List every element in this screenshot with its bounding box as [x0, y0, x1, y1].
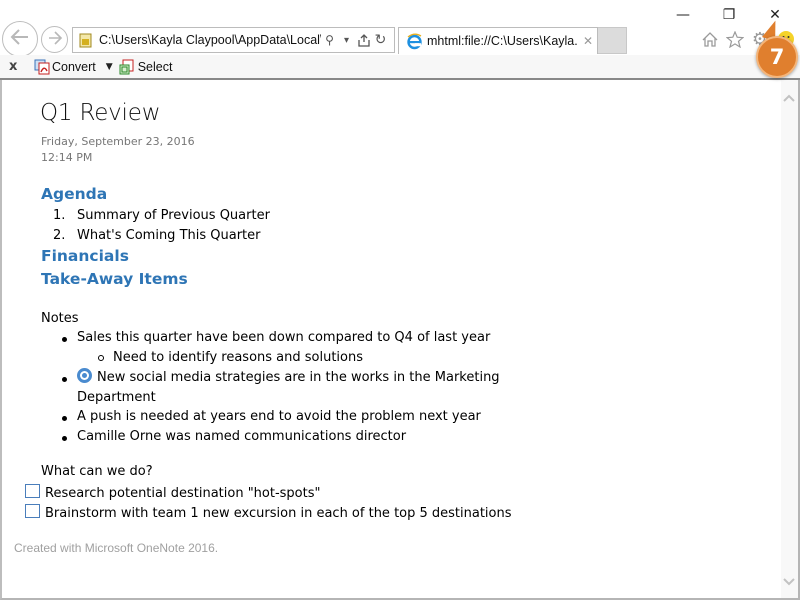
scroll-down-icon[interactable] — [782, 576, 796, 590]
note-text-continuation: Department — [77, 390, 156, 405]
minimize-button[interactable]: — — [660, 2, 706, 28]
page-date: Friday, September 23, 2016 — [41, 135, 195, 148]
tab-close-icon[interactable]: ✕ — [583, 34, 593, 48]
pin-site-icon[interactable] — [355, 30, 372, 50]
back-button[interactable] — [2, 21, 38, 57]
todo-text: Research potential destination "hot-spot… — [45, 486, 321, 501]
page-title: Q1 Review — [40, 100, 161, 126]
command-bar: x Convert ▼ Select — [0, 55, 800, 78]
restore-button[interactable]: ❐ — [706, 2, 752, 28]
footer-note: Created with Microsoft OneNote 2016. — [14, 541, 219, 555]
tab-title: mhtml:file://C:\Users\Kayla... — [427, 34, 577, 48]
question-label: What can we do? — [41, 464, 153, 479]
agenda-item-text: Summary of Previous Quarter — [77, 208, 270, 223]
forward-button[interactable] — [41, 26, 68, 53]
address-bar[interactable]: C:\Users\Kayla Claypool\AppData\Local\M … — [72, 27, 395, 53]
page-time: 12:14 PM — [41, 151, 93, 164]
restore-icon: ❐ — [722, 7, 736, 23]
convert-button[interactable]: Convert — [33, 58, 96, 75]
pdf-convert-icon — [33, 58, 50, 75]
select-button[interactable]: Select — [119, 58, 173, 75]
minimize-icon: — — [676, 7, 690, 23]
heading-agenda: Agenda — [41, 185, 108, 203]
internet-explorer-icon — [405, 32, 423, 50]
bullet-icon — [62, 416, 67, 421]
hollow-bullet-icon — [98, 355, 104, 361]
agenda-item-number: 2. — [53, 228, 66, 243]
note-text: Camille Orne was named communications di… — [77, 429, 407, 444]
note-text: A push is needed at years end to avoid t… — [77, 409, 481, 424]
todo-text: Brainstorm with team 1 new excursion in … — [45, 506, 512, 521]
home-icon[interactable] — [699, 28, 721, 50]
convert-label: Convert — [52, 59, 96, 74]
notes-label: Notes — [41, 311, 79, 326]
document-viewport: Q1 Review Friday, September 23, 2016 12:… — [0, 80, 800, 600]
address-input[interactable]: C:\Users\Kayla Claypool\AppData\Local\M — [99, 33, 321, 47]
todo-checkbox[interactable] — [25, 484, 40, 498]
browser-chrome: — ❐ ✕ C:\Users\Kayla Claypool\AppData\Lo… — [0, 0, 800, 80]
note-text: Sales this quarter have been down compar… — [77, 330, 491, 345]
search-dropdown-icon[interactable]: ▾ — [338, 30, 355, 50]
pdf-select-icon — [119, 58, 136, 75]
vertical-scrollbar[interactable] — [781, 80, 798, 598]
note-text: Need to identify reasons and solutions — [113, 350, 364, 365]
convert-dropdown-icon[interactable]: ▼ — [106, 62, 113, 72]
radio-tag-icon[interactable] — [77, 368, 92, 383]
todo-checkbox[interactable] — [25, 504, 40, 518]
refresh-icon[interactable]: ↻ — [372, 30, 389, 50]
bullet-icon — [62, 436, 67, 441]
page-file-icon — [77, 32, 95, 48]
search-icon[interactable]: ⚲ — [321, 30, 338, 50]
favorites-star-icon[interactable] — [724, 28, 746, 50]
scroll-up-icon[interactable] — [782, 92, 796, 106]
select-label: Select — [137, 59, 173, 74]
back-arrow-icon — [9, 28, 31, 50]
browser-tab-active[interactable]: mhtml:file://C:\Users\Kayla... ✕ — [398, 27, 598, 54]
heading-financials: Financials — [41, 247, 129, 265]
note-text: New social media strategies are in the w… — [97, 370, 500, 385]
step-callout-badge: 7 — [756, 36, 798, 78]
close-toolbar-icon[interactable]: x — [9, 59, 21, 74]
heading-takeaway-items: Take-Away Items — [41, 270, 188, 288]
forward-arrow-icon — [47, 30, 63, 49]
bullet-icon — [62, 377, 67, 382]
bullet-icon — [62, 337, 67, 342]
agenda-item-text: What's Coming This Quarter — [77, 228, 261, 243]
agenda-item-number: 1. — [53, 208, 66, 223]
new-tab-button[interactable] — [598, 27, 627, 54]
